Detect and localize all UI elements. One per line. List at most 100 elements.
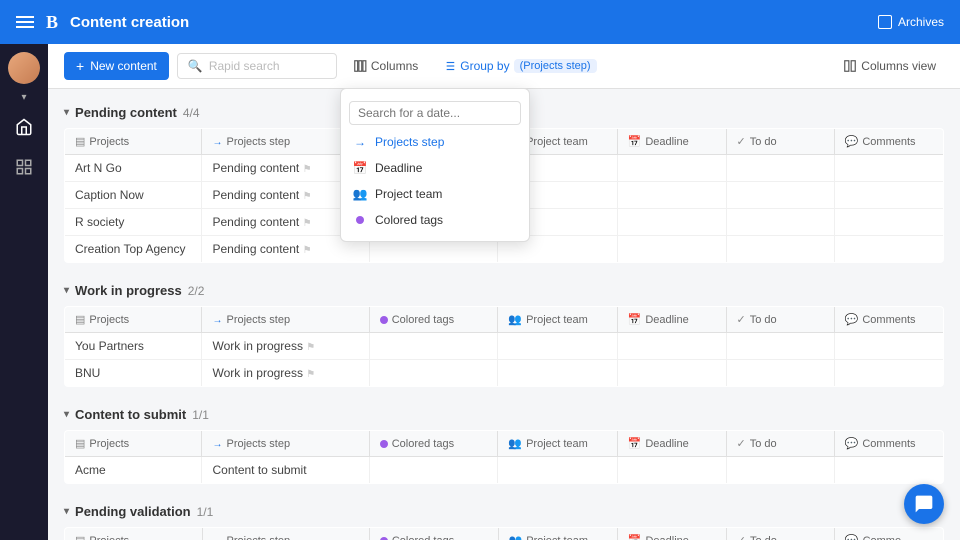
th-comments: 💬Comments (834, 307, 943, 333)
cell-comments (834, 182, 943, 209)
table-row: Acme Content to submit (65, 457, 944, 484)
th-comments: 💬Comme... (834, 528, 943, 540)
cell-team (498, 360, 617, 387)
chevron-icon: ▾ (64, 107, 69, 118)
section-pending-validation: ▾ Pending validation 1/1 ▤Projects →Proj… (64, 500, 944, 540)
group-by-badge: (Projects step) (514, 59, 597, 73)
cell-comments (834, 360, 943, 387)
cell-todo (726, 360, 834, 387)
archives-button[interactable]: Archives (878, 15, 944, 29)
chat-bubble-button[interactable] (904, 484, 944, 524)
th-project-team: 👥Project team (498, 307, 617, 333)
section-count: 2/2 (188, 284, 205, 298)
table-row: You Partners Work in progress ⚑ (65, 333, 944, 360)
cell-project: R society (65, 209, 202, 236)
sidebar: ▾ (0, 44, 48, 540)
th-deadline: 📅Deadline (617, 129, 726, 155)
dropdown-item-project-team[interactable]: 👥 Project team (341, 181, 529, 207)
cell-comments (834, 236, 943, 263)
cell-team (498, 457, 617, 484)
chevron-icon: ▾ (64, 285, 69, 296)
cell-project: Caption Now (65, 182, 202, 209)
topbar: B Content creation Archives (0, 0, 960, 44)
cell-todo (726, 155, 834, 182)
dropdown-search-container (341, 97, 529, 129)
page-title: Content creation (70, 14, 866, 31)
group-by-dropdown: → Projects step 📅 Deadline 👥 Project tea… (340, 88, 530, 242)
brand-logo: B (46, 12, 58, 33)
new-content-button[interactable]: + New content (64, 52, 169, 80)
cell-comments (834, 209, 943, 236)
chevron-icon: ▾ (64, 409, 69, 420)
chat-icon (914, 494, 934, 514)
archives-icon (878, 15, 892, 29)
th-projects-step: →Projects step (202, 307, 369, 333)
cell-comments (834, 457, 943, 484)
th-projects: ▤Projects (65, 431, 202, 457)
th-projects-step: →Projects step (202, 431, 369, 457)
th-deadline: 📅Deadline (617, 431, 726, 457)
cell-todo (726, 333, 834, 360)
table-header-row: ▤Projects →Projects step Colored tags 👥P… (65, 528, 944, 540)
th-project-team: 👥Project team (498, 528, 617, 540)
cell-step: Work in progress ⚑ (202, 360, 369, 387)
columns-button[interactable]: Columns (345, 55, 426, 77)
th-todo: ✓To do (726, 307, 834, 333)
table-header-row: ▤Projects →Projects step Colored tags 👥P… (65, 307, 944, 333)
columns-view-button[interactable]: Columns view (835, 55, 944, 77)
user-avatar[interactable] (8, 52, 40, 84)
th-comments: 💬Comments (834, 129, 943, 155)
toolbar: + New content 🔍 Rapid search Columns Gro… (48, 44, 960, 89)
th-todo: ✓To do (726, 129, 834, 155)
th-projects-step: →Projects step (202, 528, 369, 540)
cell-comments (834, 155, 943, 182)
sidebar-item-home[interactable] (8, 111, 40, 143)
cell-tags (369, 333, 498, 360)
cell-team (498, 333, 617, 360)
cell-todo (726, 209, 834, 236)
dropdown-item-projects-step[interactable]: → Projects step (341, 129, 529, 155)
calendar-icon: 📅 (353, 161, 367, 175)
sidebar-item-board[interactable] (8, 151, 40, 183)
cell-todo (726, 457, 834, 484)
dropdown-item-colored-tags[interactable]: Colored tags (341, 207, 529, 233)
cell-project: BNU (65, 360, 202, 387)
section-wip-header[interactable]: ▾ Work in progress 2/2 (64, 279, 944, 302)
section-count: 1/1 (192, 408, 209, 422)
search-input[interactable]: 🔍 Rapid search (177, 53, 337, 79)
th-projects: ▤Projects (65, 528, 203, 540)
cell-deadline (617, 236, 726, 263)
section-title: Pending validation (75, 504, 191, 519)
cell-deadline (617, 457, 726, 484)
cell-deadline (617, 155, 726, 182)
table-header-row: ▤Projects →Projects step Colored tags 👥P… (65, 431, 944, 457)
team-icon: 👥 (353, 187, 367, 201)
menu-icon[interactable] (16, 16, 34, 28)
section-count: 4/4 (183, 106, 200, 120)
th-colored-tags: Colored tags (369, 307, 498, 333)
search-icon: 🔍 (188, 59, 203, 73)
table-row: BNU Work in progress ⚑ (65, 360, 944, 387)
section-work-in-progress: ▾ Work in progress 2/2 ▤Projects →Projec… (64, 279, 944, 387)
th-colored-tags: Colored tags (369, 528, 498, 540)
cell-project: Acme (65, 457, 202, 484)
dropdown-search-input[interactable] (349, 101, 521, 125)
th-projects: ▤Projects (65, 307, 202, 333)
dropdown-item-deadline[interactable]: 📅 Deadline (341, 155, 529, 181)
cell-comments (834, 333, 943, 360)
group-by-button[interactable]: Group by (Projects step) (434, 55, 604, 77)
cell-project: You Partners (65, 333, 202, 360)
section-title: Work in progress (75, 283, 182, 298)
cell-tags (369, 360, 498, 387)
section-submit-header[interactable]: ▾ Content to submit 1/1 (64, 403, 944, 426)
validation-table: ▤Projects →Projects step Colored tags 👥P… (64, 527, 944, 540)
cell-deadline (617, 182, 726, 209)
cell-todo (726, 182, 834, 209)
section-validation-header[interactable]: ▾ Pending validation 1/1 (64, 500, 944, 523)
section-content-to-submit: ▾ Content to submit 1/1 ▤Projects →Proje… (64, 403, 944, 484)
th-todo: ✓To do (726, 528, 834, 540)
th-project-team: 👥Project team (498, 431, 617, 457)
cell-todo (726, 236, 834, 263)
section-title: Content to submit (75, 407, 186, 422)
columns-icon (353, 59, 367, 73)
